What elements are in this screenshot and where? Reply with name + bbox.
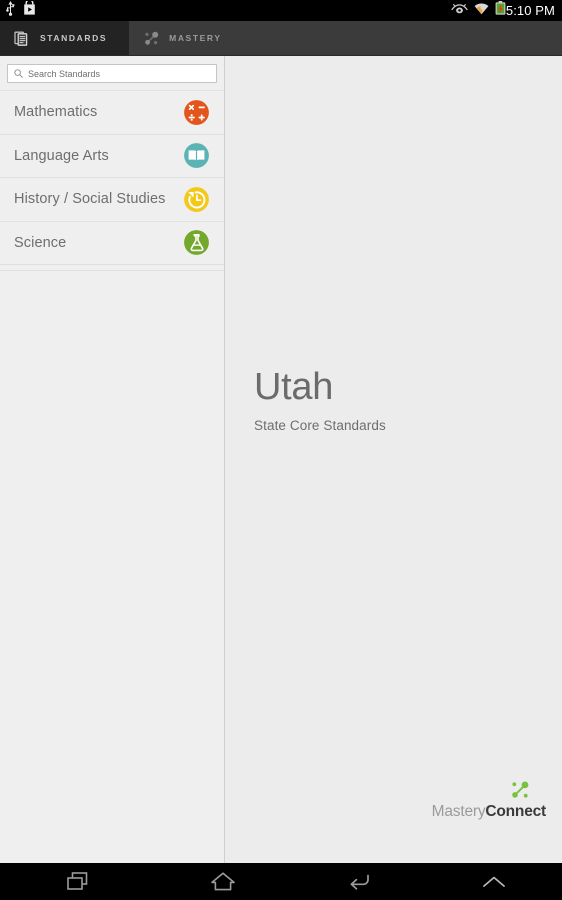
wifi-icon: [474, 2, 489, 20]
tab-mastery[interactable]: MASTERY: [129, 21, 243, 55]
brand-wordmark: MasteryConnect: [431, 803, 547, 821]
battery-charging-icon: [495, 1, 506, 20]
masteryconnect-logo: MasteryConnect: [432, 778, 546, 821]
open-book-icon: [183, 142, 210, 169]
math-operators-icon: [183, 99, 210, 126]
subject-label: Mathematics: [14, 104, 98, 121]
subject-list: Mathematics Language Arts History / Soci…: [0, 90, 224, 271]
status-left-icons: [5, 0, 36, 21]
subject-label: Science: [14, 234, 67, 251]
nodes-icon: [143, 30, 160, 47]
search-container: [0, 56, 224, 90]
list-item-science[interactable]: Science: [0, 221, 224, 265]
action-bar: STANDARDS MASTERY: [0, 21, 562, 56]
recents-button[interactable]: [0, 863, 156, 900]
list-item-mathematics[interactable]: Mathematics: [0, 91, 224, 135]
eye-icon: [451, 2, 468, 20]
standards-sidebar: Mathematics: [0, 56, 225, 863]
back-button[interactable]: [291, 863, 426, 900]
search-input[interactable]: [28, 68, 210, 79]
page-title: Utah: [254, 366, 334, 408]
tab-standards[interactable]: STANDARDS: [0, 21, 130, 55]
flask-icon: [183, 229, 210, 256]
documents-icon: [14, 30, 31, 47]
list-bottom-divider: [0, 265, 224, 271]
page-subtitle: State Core Standards: [254, 418, 386, 433]
home-button[interactable]: [156, 863, 291, 900]
back-icon: [347, 871, 371, 892]
search-box[interactable]: [7, 64, 217, 83]
chevron-up-icon: [481, 874, 507, 890]
android-status-bar: 5:10 PM: [0, 0, 562, 21]
state-title-block: Utah State Core Standards: [254, 368, 386, 433]
tab-mastery-label: MASTERY: [169, 33, 222, 43]
list-item-history-social-studies[interactable]: History / Social Studies: [0, 178, 224, 222]
subject-label: Language Arts: [14, 147, 109, 164]
search-icon: [14, 65, 23, 83]
tab-standards-label: STANDARDS: [40, 33, 108, 43]
status-bar-time: 5:10 PM: [505, 3, 555, 18]
recents-icon: [66, 871, 90, 892]
clock-history-icon: [183, 186, 210, 213]
subject-label: History / Social Studies: [14, 191, 166, 208]
brand-mastery-text: Mastery: [431, 803, 486, 820]
status-right-icons: [451, 1, 506, 20]
home-icon: [210, 871, 236, 892]
app-root: 5:10 PM STANDARDS MASTERY Search Standar…: [0, 0, 562, 900]
brand-connect-text: Connect: [485, 803, 546, 820]
play-store-icon: [23, 0, 36, 20]
android-nav-bar: [0, 863, 562, 900]
list-item-language-arts[interactable]: Language Arts: [0, 134, 224, 178]
masteryconnect-nodes-icon: [508, 778, 532, 802]
usb-icon: [5, 0, 16, 21]
expand-button[interactable]: [427, 863, 562, 900]
content-pane: Utah State Core Standards MasteryConnect: [226, 56, 562, 863]
